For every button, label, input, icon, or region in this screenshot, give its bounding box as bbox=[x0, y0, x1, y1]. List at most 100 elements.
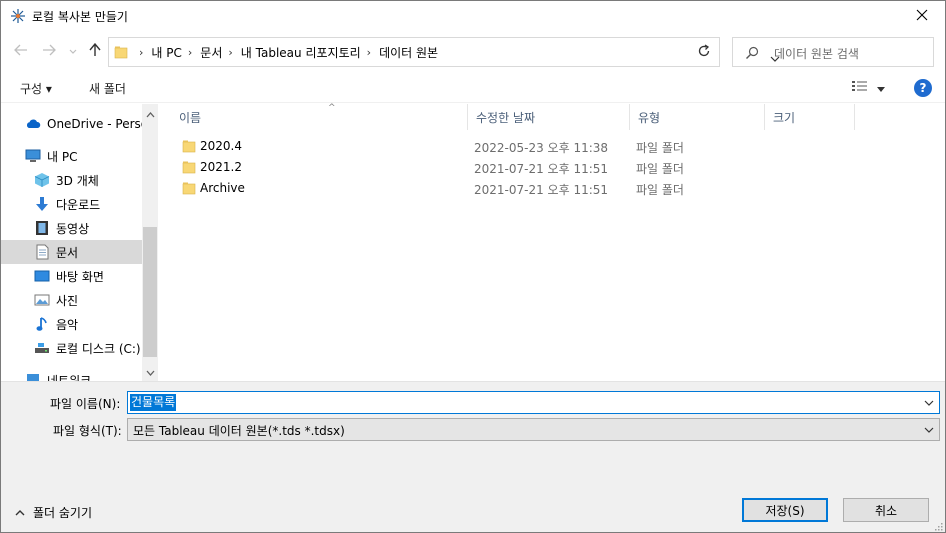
chevron-down-icon[interactable] bbox=[923, 397, 935, 409]
filename-input[interactable]: 건물목록 bbox=[130, 394, 177, 411]
nav-item-network[interactable]: 네트워크 bbox=[1, 368, 142, 381]
file-type: 파일 폴더 bbox=[636, 162, 684, 176]
scroll-down-button[interactable] bbox=[142, 364, 158, 380]
file-name: 2020.4 bbox=[200, 139, 242, 153]
file-list: 이름 ^ 수정한 날짜 유형 크기 2020.4 2022-05-23 오후 1… bbox=[159, 103, 945, 381]
search-box[interactable]: 데이터 원본 검색 bbox=[732, 37, 934, 67]
help-button[interactable]: ? bbox=[914, 79, 932, 97]
file-row[interactable]: 2020.4 2022-05-23 오후 11:38 파일 폴더 bbox=[159, 136, 945, 157]
document-icon bbox=[34, 244, 50, 260]
breadcrumb-item[interactable]: 문서 bbox=[200, 44, 222, 61]
file-modified: 2021-07-21 오후 11:51 bbox=[474, 162, 609, 176]
chevron-down-icon bbox=[146, 365, 155, 379]
file-modified: 2022-05-23 오후 11:38 bbox=[474, 141, 609, 155]
music-icon bbox=[34, 316, 50, 332]
resize-grip-icon[interactable] bbox=[933, 520, 943, 531]
save-button[interactable]: 저장(S) bbox=[742, 498, 828, 522]
column-header-type[interactable]: 유형 bbox=[630, 104, 765, 130]
command-toolbar: 구성 ▾ 새 폴더 ? bbox=[1, 73, 945, 103]
file-modified: 2021-07-21 오후 11:51 bbox=[474, 183, 609, 197]
network-icon bbox=[25, 372, 41, 381]
breadcrumb-item[interactable]: 내 PC bbox=[151, 44, 181, 61]
view-options-button[interactable] bbox=[851, 80, 891, 96]
address-bar[interactable]: › 내 PC › 문서 › 내 Tableau 리포지토리 › 데이터 원본 bbox=[108, 37, 780, 67]
download-icon bbox=[34, 196, 50, 212]
save-dialog: 로컬 복사본 만들기 › 내 PC › 문서 › 내 Tableau 리포지토리… bbox=[0, 0, 946, 533]
nav-item-local-disk[interactable]: 로컬 디스크 (C:) bbox=[1, 336, 142, 360]
file-row[interactable]: Archive 2021-07-21 오후 11:51 파일 폴더 bbox=[159, 178, 945, 199]
folder-icon bbox=[182, 160, 196, 174]
forward-button[interactable] bbox=[39, 41, 59, 61]
navigation-bar: › 내 PC › 문서 › 내 Tableau 리포지토리 › 데이터 원본 데… bbox=[1, 31, 945, 73]
cancel-button[interactable]: 취소 bbox=[843, 498, 929, 522]
chevron-down-icon bbox=[69, 44, 77, 58]
breadcrumb-item[interactable]: 데이터 원본 bbox=[379, 44, 438, 61]
recent-locations-button[interactable] bbox=[63, 41, 83, 61]
nav-item-videos[interactable]: 동영상 bbox=[1, 216, 142, 240]
title-bar: 로컬 복사본 만들기 bbox=[1, 1, 945, 31]
nav-pane-scrollbar[interactable] bbox=[142, 104, 158, 381]
scroll-up-button[interactable] bbox=[142, 106, 158, 122]
onedrive-icon bbox=[25, 116, 41, 132]
file-type: 파일 폴더 bbox=[636, 183, 684, 197]
tableau-logo-icon bbox=[10, 8, 26, 24]
nav-item-pictures[interactable]: 사진 bbox=[1, 288, 142, 312]
3d-objects-icon bbox=[34, 172, 50, 188]
pictures-icon bbox=[34, 292, 50, 308]
chevron-right-icon[interactable]: › bbox=[188, 46, 192, 59]
file-type: 파일 폴더 bbox=[636, 141, 684, 155]
drive-icon bbox=[34, 340, 50, 356]
nav-item-3d-objects[interactable]: 3D 개체 bbox=[1, 168, 142, 192]
desktop-icon bbox=[34, 268, 50, 284]
close-icon bbox=[916, 9, 928, 24]
arrow-left-icon bbox=[14, 44, 28, 59]
arrow-right-icon bbox=[42, 44, 56, 59]
breadcrumb-item[interactable]: 내 Tableau 리포지토리 bbox=[241, 44, 361, 61]
new-folder-button[interactable]: 새 폴더 bbox=[89, 80, 126, 97]
nav-item-documents[interactable]: 문서 bbox=[1, 240, 142, 264]
column-header-size[interactable]: 크기 bbox=[765, 104, 855, 130]
arrow-up-icon bbox=[89, 42, 101, 60]
filename-label: 파일 이름(N): bbox=[50, 397, 121, 411]
folder-icon bbox=[182, 181, 196, 195]
refresh-button[interactable] bbox=[688, 37, 720, 67]
chevron-up-icon bbox=[15, 509, 25, 516]
nav-item-downloads[interactable]: 다운로드 bbox=[1, 192, 142, 216]
window-title: 로컬 복사본 만들기 bbox=[32, 10, 128, 24]
column-header-date[interactable]: 수정한 날짜 bbox=[468, 104, 630, 130]
chevron-right-icon[interactable]: › bbox=[367, 46, 371, 59]
nav-item-onedrive[interactable]: OneDrive - Personal bbox=[1, 112, 142, 136]
search-input[interactable]: 데이터 원본 검색 bbox=[774, 45, 859, 62]
filename-field[interactable]: 건물목록 bbox=[127, 391, 940, 414]
nav-item-this-pc[interactable]: 내 PC bbox=[1, 144, 142, 168]
filetype-value: 모든 Tableau 데이터 원본(*.tds *.tdsx) bbox=[133, 424, 345, 438]
up-button[interactable] bbox=[85, 41, 105, 61]
organize-menu[interactable]: 구성 ▾ bbox=[20, 80, 52, 97]
nav-item-desktop[interactable]: 바탕 화면 bbox=[1, 264, 142, 288]
video-icon bbox=[34, 220, 50, 236]
save-options-panel: 파일 이름(N): 건물목록 파일 형식(T): 모든 Tableau 데이터 … bbox=[1, 381, 945, 532]
filetype-select[interactable]: 모든 Tableau 데이터 원본(*.tds *.tdsx) bbox=[127, 418, 940, 441]
refresh-icon bbox=[697, 43, 711, 61]
hide-folders-toggle[interactable]: 폴더 숨기기 bbox=[15, 504, 92, 521]
chevron-right-icon: › bbox=[139, 45, 144, 59]
folder-icon bbox=[114, 45, 128, 59]
chevron-up-icon bbox=[146, 107, 155, 121]
chevron-down-icon[interactable] bbox=[923, 424, 935, 436]
search-icon bbox=[745, 46, 759, 60]
file-row[interactable]: 2021.2 2021-07-21 오후 11:51 파일 폴더 bbox=[159, 157, 945, 178]
caret-down-icon bbox=[877, 81, 885, 95]
breadcrumb: › 내 PC › 문서 › 내 Tableau 리포지토리 › 데이터 원본 bbox=[133, 38, 438, 66]
file-name: 2021.2 bbox=[200, 160, 242, 174]
pc-icon bbox=[25, 148, 41, 164]
chevron-right-icon[interactable]: › bbox=[228, 46, 232, 59]
nav-item-music[interactable]: 음악 bbox=[1, 312, 142, 336]
scrollbar-thumb[interactable] bbox=[143, 227, 157, 357]
close-button[interactable] bbox=[899, 1, 945, 31]
details-view-icon bbox=[851, 80, 869, 97]
sort-ascending-icon: ^ bbox=[328, 103, 336, 113]
column-header-name[interactable]: 이름 ^ bbox=[171, 103, 468, 130]
file-name: Archive bbox=[200, 181, 245, 195]
navigation-pane: OneDrive - Personal 내 PC 3D 개체 다운로드 동영상 bbox=[1, 104, 158, 381]
back-button[interactable] bbox=[11, 41, 31, 61]
